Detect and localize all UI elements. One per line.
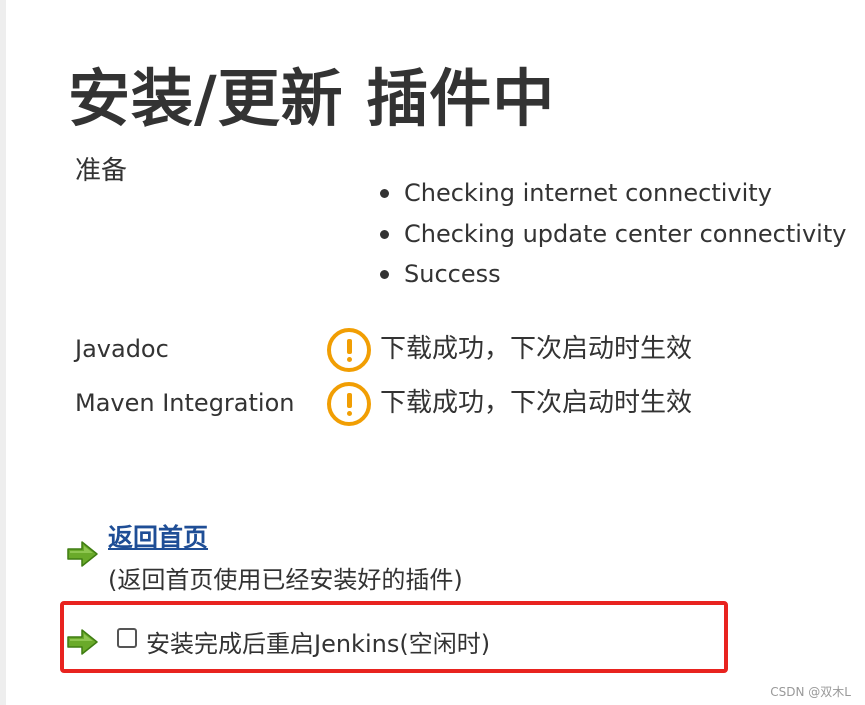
left-border — [0, 0, 6, 705]
warning-icon — [327, 382, 371, 426]
check-item: Checking internet connectivity — [380, 174, 846, 215]
go-home-link[interactable]: 返回首页 — [108, 518, 208, 554]
check-item-text: Success — [404, 260, 501, 288]
warning-icon — [327, 328, 371, 372]
restart-checkbox[interactable] — [117, 628, 137, 648]
bullet-icon — [380, 270, 389, 279]
watermark: CSDN @双木L — [770, 685, 851, 699]
check-item-text: Checking internet connectivity — [404, 179, 772, 207]
preparation-label: 准备 — [75, 156, 128, 186]
plugin-status: 下载成功，下次启动时生效 — [380, 388, 693, 418]
plugin-name: Maven Integration — [75, 389, 295, 417]
plugin-row-javadoc: Javadoc 下载成功，下次启动时生效 — [75, 326, 775, 372]
green-arrow-icon — [67, 629, 98, 655]
check-item: Success — [380, 255, 846, 296]
check-item: Checking update center connectivity — [380, 215, 846, 256]
restart-checkbox-label[interactable]: 安装完成后重启Jenkins(空闲时) — [146, 624, 490, 659]
check-item-text: Checking update center connectivity — [404, 219, 847, 248]
plugin-status: 下载成功，下次启动时生效 — [380, 334, 693, 364]
green-arrow-icon — [67, 541, 98, 567]
plugin-row-maven-integration: Maven Integration 下载成功，下次启动时生效 — [75, 380, 775, 426]
go-home-description: (返回首页使用已经安装好的插件) — [108, 566, 463, 594]
plugin-name: Javadoc — [75, 335, 169, 363]
bullet-icon — [380, 229, 389, 239]
bullet-icon — [380, 189, 389, 198]
page-title: 安装/更新 插件中 — [68, 62, 556, 135]
connectivity-check-list: Checking internet connectivity Checking … — [380, 174, 846, 296]
